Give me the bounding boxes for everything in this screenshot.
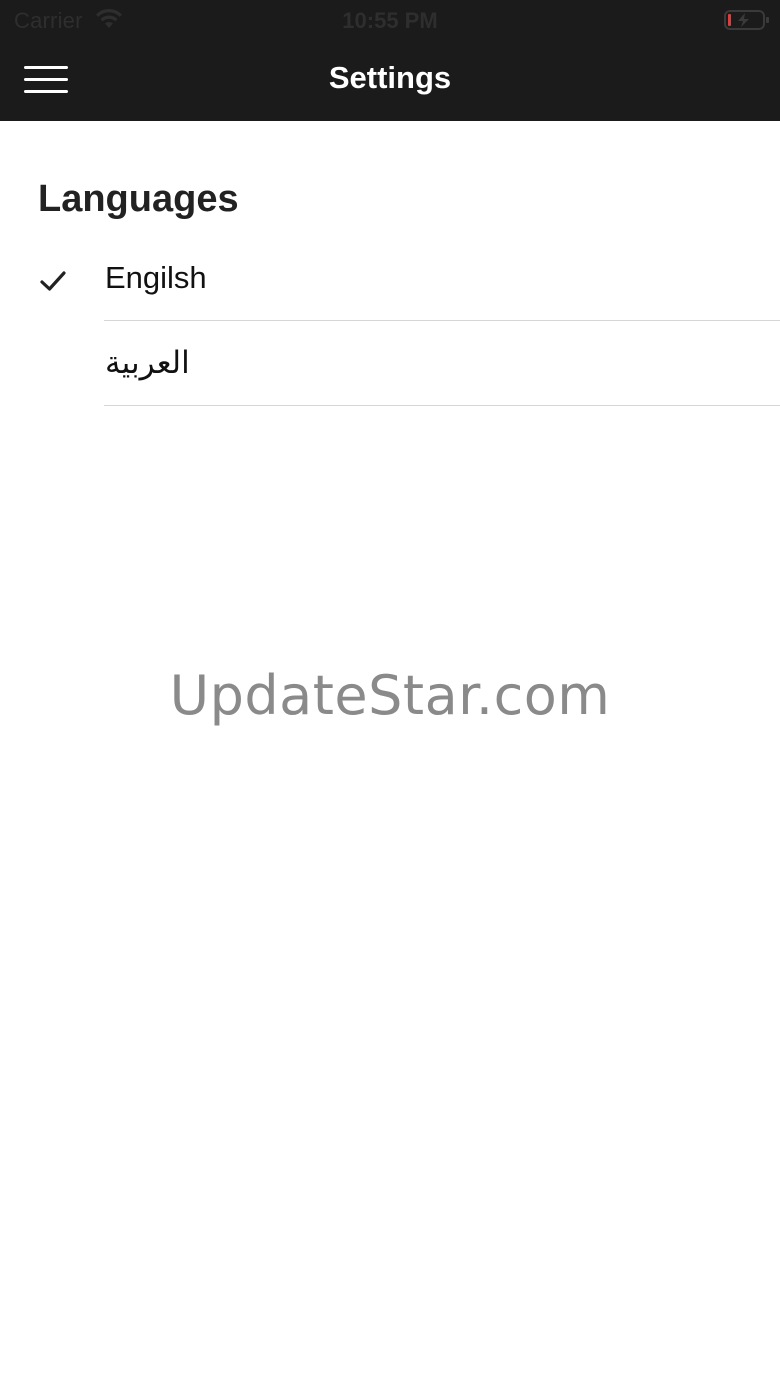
language-option-english[interactable]: Engilsh <box>0 236 780 321</box>
hamburger-menu-icon <box>24 66 68 93</box>
language-option-arabic[interactable]: العربية <box>0 321 780 406</box>
languages-section-title: Languages <box>38 178 239 220</box>
watermark-text: UpdateStar.com <box>169 664 611 727</box>
settings-screen: Carrier 10:55 PM Settings Languages Engi… <box>0 0 780 1387</box>
status-time: 10:55 PM <box>342 8 438 33</box>
page-title: Settings <box>328 60 452 95</box>
row-divider <box>104 405 780 406</box>
language-list: Engilsh العربية <box>0 236 780 406</box>
menu-button[interactable] <box>18 58 74 102</box>
navigation-bar: Settings <box>0 40 780 121</box>
checkmark-icon <box>40 271 66 291</box>
header: Carrier 10:55 PM Settings <box>0 0 780 121</box>
battery-charging-icon <box>724 10 769 30</box>
status-bar: Carrier 10:55 PM <box>0 0 780 40</box>
language-label: Engilsh <box>105 260 207 295</box>
language-label: العربية <box>105 345 190 380</box>
